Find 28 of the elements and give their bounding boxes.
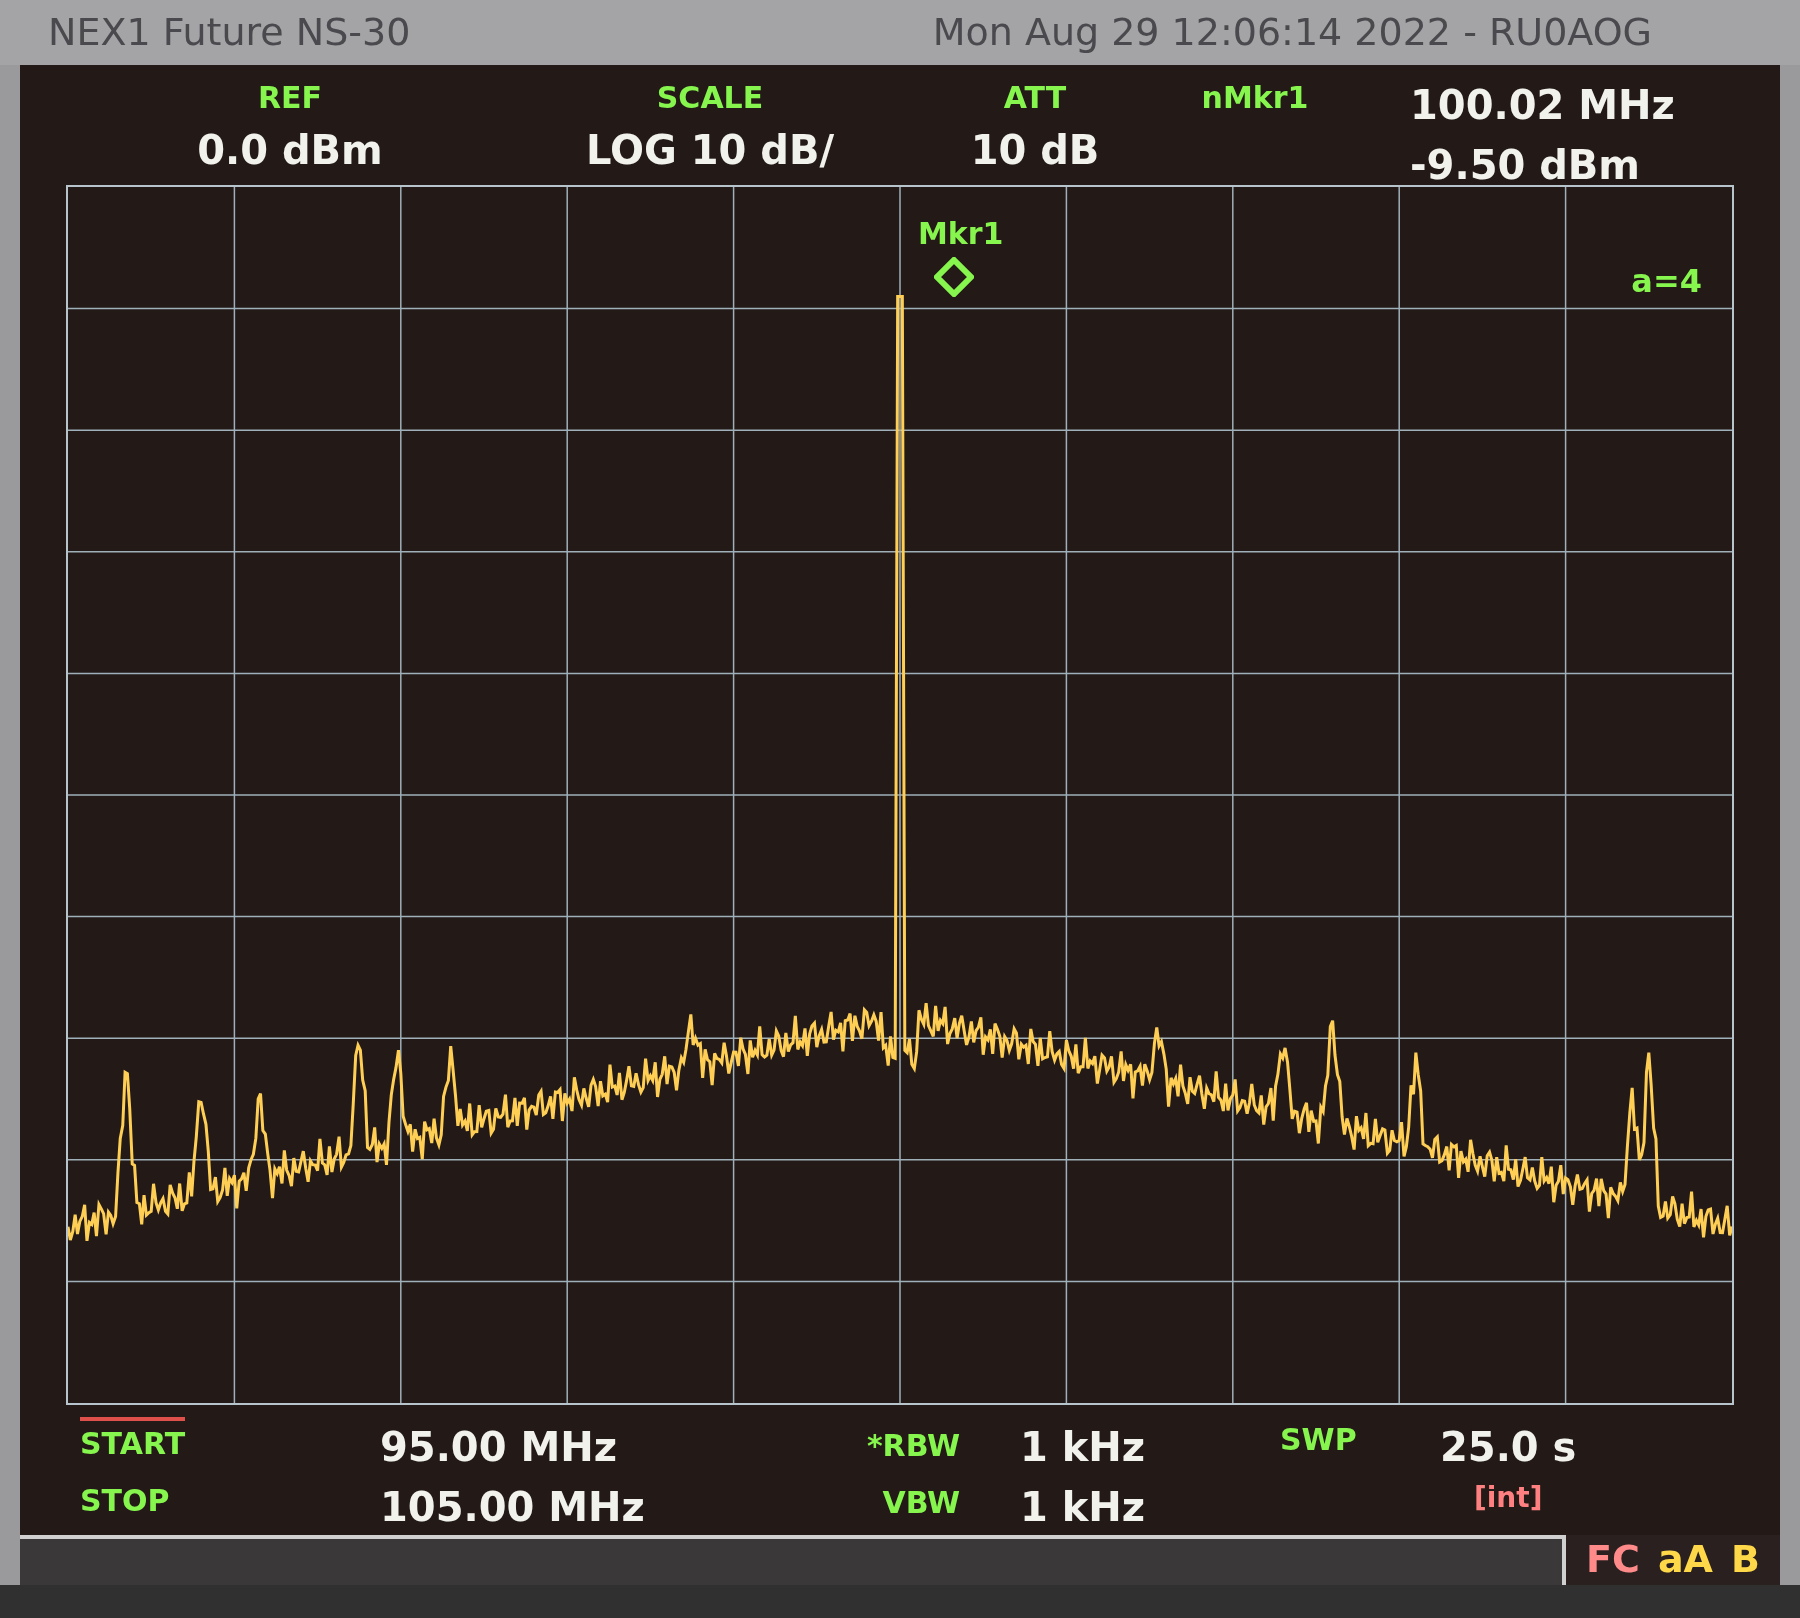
marker-label: nMkr1 xyxy=(1200,78,1310,117)
marker-diamond-icon xyxy=(934,256,974,297)
parameter-label: REF xyxy=(257,78,323,117)
instrument-name: NEX1 Future NS-30 xyxy=(48,8,411,56)
vbw-value: 1 kHz xyxy=(1020,1482,1147,1532)
vbw-label: VBW xyxy=(882,1483,960,1522)
stop-label: STOP xyxy=(80,1481,171,1520)
status-indicator-text: B xyxy=(1731,1536,1760,1584)
parameter-label: SCALE xyxy=(656,78,764,117)
marker-label: Mkr1 xyxy=(918,214,1004,253)
parameter-value: 0.0 dBm xyxy=(197,125,383,175)
start-label: START xyxy=(80,1416,186,1466)
status-indicator-text: FC xyxy=(1586,1536,1640,1584)
rbw-label: *RBW xyxy=(866,1426,960,1465)
marker-frequency: 100.02 MHz xyxy=(1410,80,1675,130)
sweep-label: SWP xyxy=(1280,1420,1358,1459)
stop-frequency: 105.00 MHz xyxy=(380,1482,646,1532)
marker-amplitude: -9.50 dBm xyxy=(1410,140,1642,190)
sweep-mode: [int] xyxy=(1473,1479,1543,1516)
date-time: Mon Aug 29 12:06:14 2022 - RU0AOG xyxy=(932,8,1652,56)
status-indicator-text: aA xyxy=(1657,1536,1714,1584)
parameter-label: ATT xyxy=(1003,78,1067,117)
sweep-time: 25.0 s xyxy=(1440,1422,1577,1472)
parameter-value: LOG 10 dB/ xyxy=(585,125,835,175)
rbw-value: 1 kHz xyxy=(1020,1422,1147,1472)
start-frequency: 95.00 MHz xyxy=(380,1422,618,1472)
parameter-value: 10 dB xyxy=(970,125,1100,175)
averaging-count: a=4 xyxy=(1631,260,1702,302)
